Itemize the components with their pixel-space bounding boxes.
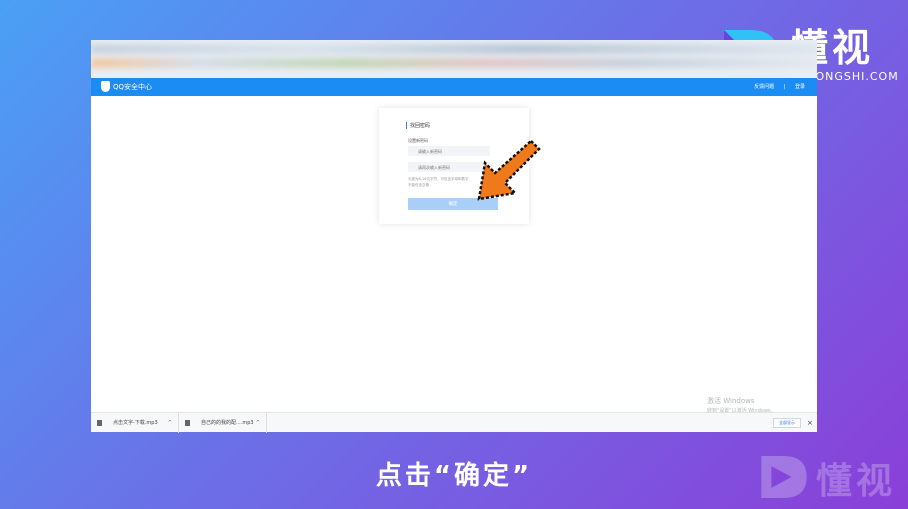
password-space-tip: 不能包含空格 [408, 183, 429, 187]
app-title: QQ安全中心 [113, 83, 153, 91]
password-rule-tip: 长度为8-16位字符，可包含字母和数字 [408, 177, 469, 181]
app-header: QQ安全中心 反馈问题 | 登录 [91, 78, 817, 96]
download-item[interactable]: 点击文字-下载.mp3 ^ [91, 413, 179, 433]
file-icon [185, 420, 190, 426]
download-item[interactable]: 自己的的我的配....mp3 ^ [179, 413, 267, 433]
login-link[interactable]: 登录 [795, 84, 805, 90]
chevron-up-icon[interactable]: ^ [256, 413, 260, 433]
pointer-arrow-icon [477, 139, 541, 201]
card-heading: 找回密码 [406, 122, 430, 129]
shield-icon [101, 81, 110, 92]
download-filename: 点击文字-下载.mp3 [113, 420, 158, 426]
file-icon [97, 420, 102, 426]
download-filename: 自己的的我的配....mp3 [201, 420, 254, 426]
browser-window: QQ安全中心 反馈问题 | 登录 找回密码 设置新密码 长度为8-16位字符，可… [91, 40, 817, 433]
header-nav: 反馈问题 | 登录 [746, 81, 805, 93]
activate-windows-title: 激活 Windows [707, 397, 755, 405]
close-icon[interactable]: × [807, 417, 813, 429]
chevron-up-icon[interactable]: ^ [168, 413, 172, 433]
feedback-link[interactable]: 反馈问题 [754, 84, 774, 90]
show-all-downloads-button[interactable]: 全部显示 [773, 418, 801, 428]
video-subtitle: 点击“确定” [375, 461, 533, 491]
download-bar: 点击文字-下载.mp3 ^ 自己的的我的配....mp3 ^ 全部显示 × [91, 412, 817, 433]
nav-divider: | [783, 84, 786, 90]
new-password-label: 设置新密码 [408, 138, 428, 143]
browser-toolbar-blurred [91, 40, 817, 78]
